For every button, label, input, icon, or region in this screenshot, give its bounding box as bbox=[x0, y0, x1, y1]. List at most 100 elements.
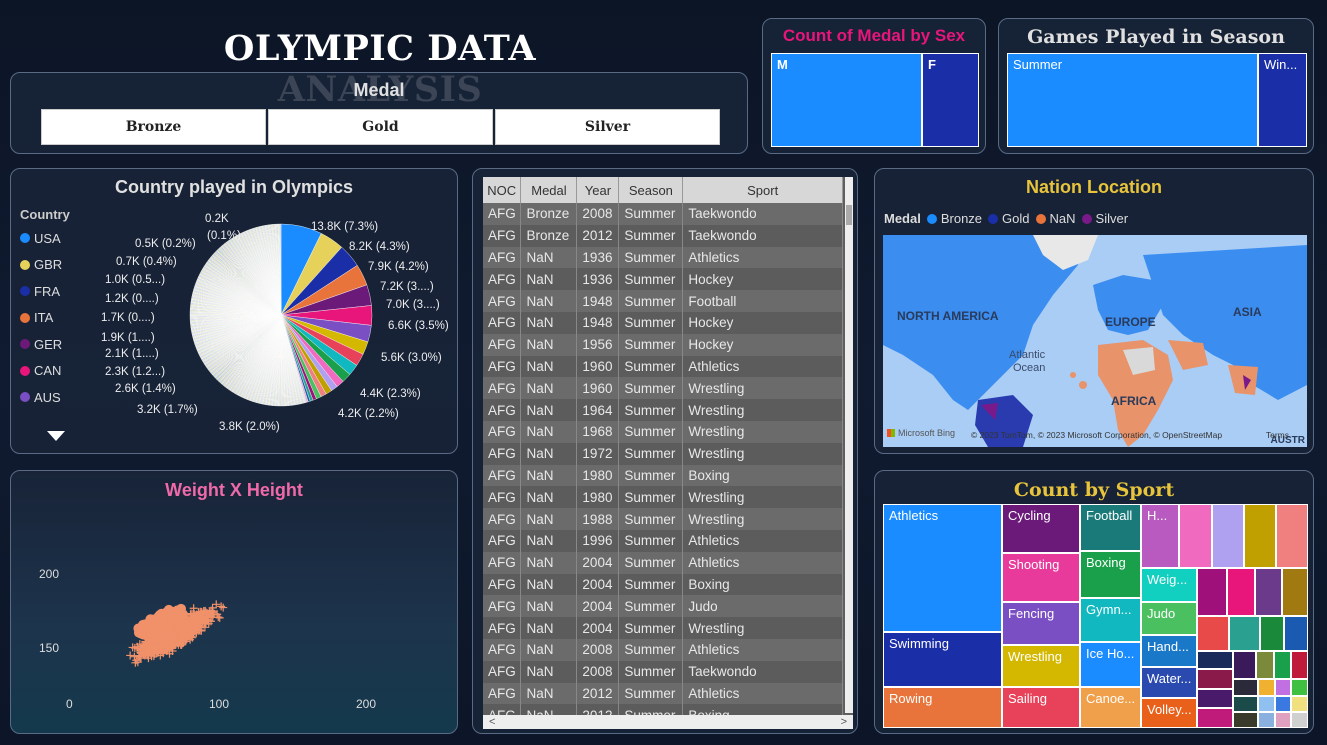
treemap-tile-misc[interactable] bbox=[1197, 708, 1233, 728]
treemap-tile-misc[interactable] bbox=[1197, 669, 1233, 689]
scrollbar-thumb[interactable] bbox=[846, 205, 852, 225]
table-row[interactable]: AFG NaN 1996 Summer Athletics bbox=[483, 529, 843, 552]
table-row[interactable]: AFG NaN 1988 Summer Wrestling bbox=[483, 508, 843, 530]
slicer-option-silver[interactable]: Silver bbox=[495, 109, 720, 145]
table-row[interactable]: AFG NaN 1980 Summer Boxing bbox=[483, 464, 843, 487]
treemap-tile-summer[interactable]: Summer bbox=[1007, 53, 1258, 147]
map-legend-label[interactable]: Bronze bbox=[941, 211, 982, 226]
treemap-tile-gymnastics[interactable]: Gymn... bbox=[1080, 598, 1141, 642]
map-terms-link[interactable]: Terms bbox=[1266, 430, 1289, 440]
table-row[interactable]: AFG NaN 1968 Summer Wrestling bbox=[483, 420, 843, 443]
treemap-tile-misc[interactable] bbox=[1233, 679, 1258, 696]
treemap-tile-winter[interactable]: Win... bbox=[1258, 53, 1307, 147]
table-row[interactable]: AFG NaN 1980 Summer Wrestling bbox=[483, 486, 843, 509]
treemap-tile-misc[interactable] bbox=[1244, 504, 1276, 568]
treemap-tile-weightlifting[interactable]: Weig... bbox=[1141, 568, 1197, 602]
table-row[interactable]: AFG NaN 1936 Summer Hockey bbox=[483, 268, 843, 291]
slicer-option-gold[interactable]: Gold bbox=[268, 109, 493, 145]
scroll-right-icon[interactable]: > bbox=[841, 716, 847, 728]
treemap-tile-misc[interactable] bbox=[1284, 616, 1308, 651]
treemap-tile-misc[interactable] bbox=[1197, 689, 1233, 708]
table-row[interactable]: AFG NaN 2004 Summer Wrestling bbox=[483, 617, 843, 639]
table-row[interactable]: AFG NaN 2008 Summer Taekwondo bbox=[483, 660, 843, 683]
column-header-noc[interactable]: NOC bbox=[483, 177, 522, 203]
data-table[interactable]: NOC Medal Year Season Sport AFG Bronze 2008 Sum… bbox=[483, 177, 853, 729]
treemap-tile-hockey[interactable]: H... bbox=[1141, 504, 1179, 568]
treemap-tile-misc[interactable] bbox=[1275, 696, 1291, 712]
table-row[interactable]: AFG NaN 2004 Summer Athletics bbox=[483, 551, 843, 574]
table-row[interactable]: AFG NaN 1948 Summer Football bbox=[483, 290, 843, 312]
treemap-tile-rowing[interactable]: Rowing bbox=[883, 687, 1002, 728]
table-row[interactable]: AFG NaN 1960 Summer Wrestling bbox=[483, 377, 843, 400]
table-row[interactable]: AFG NaN 1972 Summer Wrestling bbox=[483, 442, 843, 465]
column-header-medal[interactable]: Medal bbox=[520, 177, 578, 203]
treemap-tile-canoeing[interactable]: Canoe... bbox=[1080, 687, 1141, 728]
treemap-tile-cycling[interactable]: Cycling bbox=[1002, 504, 1080, 553]
treemap-tile-misc[interactable] bbox=[1233, 696, 1258, 712]
treemap-tile-football[interactable]: Football bbox=[1080, 504, 1141, 551]
treemap-tile-sailing[interactable]: Sailing bbox=[1002, 687, 1080, 728]
table-row[interactable]: AFG NaN 1948 Summer Hockey bbox=[483, 311, 843, 334]
treemap-tile-misc[interactable] bbox=[1255, 568, 1282, 616]
treemap-tile-misc[interactable] bbox=[1179, 504, 1212, 568]
treemap-tile-athletics[interactable]: Athletics bbox=[883, 504, 1002, 632]
table-row[interactable]: AFG NaN 2012 Summer Athletics bbox=[483, 682, 843, 705]
table-row[interactable]: AFG Bronze 2012 Summer Taekwondo bbox=[483, 224, 843, 247]
treemap-tile-misc[interactable] bbox=[1212, 504, 1244, 568]
treemap-tile-misc[interactable] bbox=[1275, 679, 1291, 696]
column-header-year[interactable]: Year bbox=[576, 177, 620, 203]
treemap-tile-female[interactable]: F bbox=[922, 53, 979, 147]
treemap-tile-misc[interactable] bbox=[1291, 651, 1308, 679]
treemap-tile-misc[interactable] bbox=[1227, 568, 1255, 616]
table-row[interactable]: AFG NaN 1956 Summer Hockey bbox=[483, 333, 843, 356]
treemap-tile-misc[interactable] bbox=[1197, 568, 1227, 616]
table-row[interactable]: AFG Bronze 2008 Summer Taekwondo bbox=[483, 203, 843, 225]
treemap-tile-water-polo[interactable]: Water... bbox=[1141, 667, 1197, 698]
treemap-tile-misc[interactable] bbox=[1291, 712, 1308, 728]
map-legend-label[interactable]: NaN bbox=[1050, 211, 1076, 226]
treemap-tile-volleyball[interactable]: Volley... bbox=[1141, 698, 1197, 728]
treemap-tile-swimming[interactable]: Swimming bbox=[883, 632, 1002, 687]
treemap-tile-misc[interactable] bbox=[1233, 651, 1256, 679]
column-header-sport[interactable]: Sport bbox=[682, 177, 843, 203]
treemap-tile-misc[interactable] bbox=[1282, 568, 1308, 616]
table-cell: AFG bbox=[483, 311, 522, 334]
treemap-tile-boxing[interactable]: Boxing bbox=[1080, 551, 1141, 598]
treemap-tile-misc[interactable] bbox=[1258, 712, 1275, 728]
treemap-tile-wrestling[interactable]: Wrestling bbox=[1002, 645, 1080, 687]
treemap-tile-handball[interactable]: Hand... bbox=[1141, 635, 1197, 667]
map-legend-label[interactable]: Silver bbox=[1096, 211, 1129, 226]
table-row[interactable]: AFG NaN 2008 Summer Athletics bbox=[483, 638, 843, 661]
treemap-tile-misc[interactable] bbox=[1275, 712, 1291, 728]
treemap-tile-misc[interactable] bbox=[1197, 616, 1229, 651]
table-row[interactable]: AFG NaN 1964 Summer Wrestling bbox=[483, 399, 843, 421]
treemap-tile-fencing[interactable]: Fencing bbox=[1002, 602, 1080, 645]
table-row[interactable]: AFG NaN 2004 Summer Boxing bbox=[483, 573, 843, 596]
column-header-season[interactable]: Season bbox=[618, 177, 684, 203]
vertical-scrollbar[interactable] bbox=[845, 177, 853, 713]
treemap-tile-judo[interactable]: Judo bbox=[1141, 602, 1197, 635]
treemap-tile-shooting[interactable]: Shooting bbox=[1002, 553, 1080, 602]
treemap-tile-misc[interactable] bbox=[1291, 679, 1308, 696]
treemap-tile-misc[interactable] bbox=[1256, 651, 1274, 679]
table-row[interactable]: AFG NaN 1960 Summer Athletics bbox=[483, 355, 843, 378]
treemap-tile-misc[interactable] bbox=[1274, 651, 1291, 679]
treemap-tile-misc[interactable] bbox=[1260, 616, 1284, 651]
table-row[interactable]: AFG NaN 1936 Summer Athletics bbox=[483, 246, 843, 269]
treemap-tile-misc[interactable] bbox=[1233, 712, 1258, 728]
scroll-left-icon[interactable]: < bbox=[489, 716, 495, 728]
treemap-tile-misc[interactable] bbox=[1258, 696, 1275, 712]
treemap-tile-ice-hockey[interactable]: Ice Ho... bbox=[1080, 642, 1141, 687]
table-row[interactable]: AFG NaN 2004 Summer Judo bbox=[483, 595, 843, 618]
treemap-tile-male[interactable]: M bbox=[771, 53, 922, 147]
horizontal-scrollbar[interactable]: < > bbox=[483, 715, 853, 729]
nation-location-title: Nation Location bbox=[1026, 177, 1162, 197]
world-map[interactable]: NORTH AMERICA EUROPE ASIA Atlantic Ocean… bbox=[883, 235, 1307, 447]
treemap-tile-misc[interactable] bbox=[1258, 679, 1275, 696]
treemap-tile-misc[interactable] bbox=[1197, 651, 1233, 669]
slicer-option-bronze[interactable]: Bronze bbox=[41, 109, 266, 145]
map-legend-label[interactable]: Gold bbox=[1002, 211, 1029, 226]
treemap-tile-misc[interactable] bbox=[1276, 504, 1308, 568]
treemap-tile-misc[interactable] bbox=[1291, 696, 1308, 712]
treemap-tile-misc[interactable] bbox=[1229, 616, 1260, 651]
